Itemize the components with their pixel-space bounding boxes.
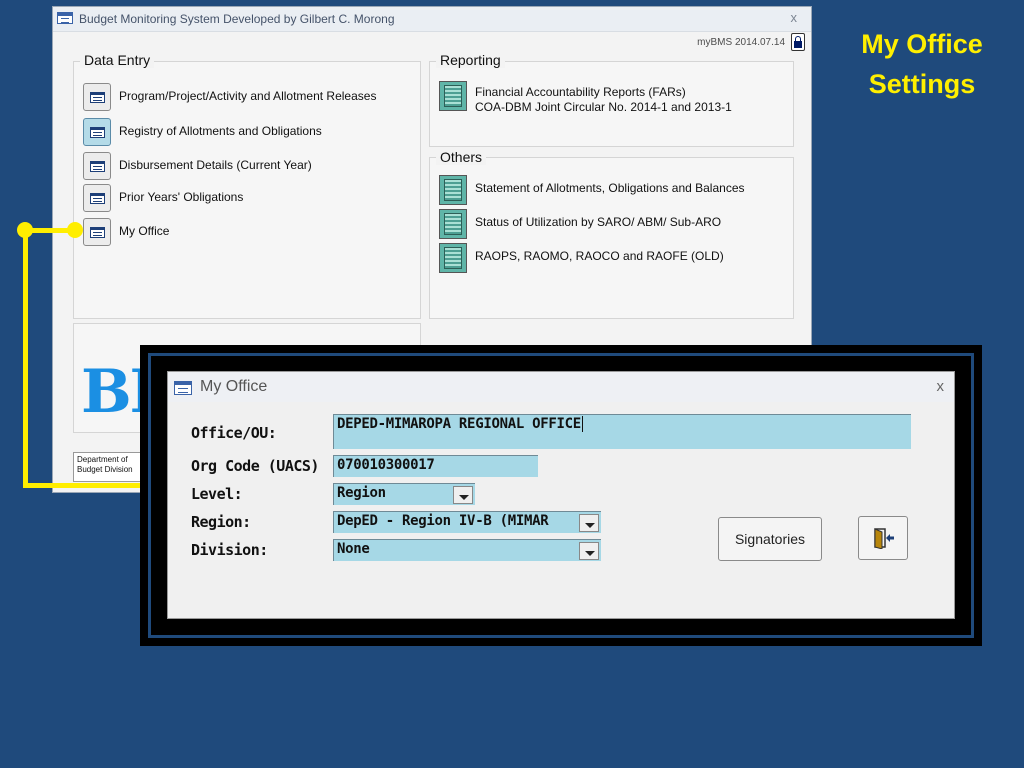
close-icon[interactable]: x: [791, 10, 798, 25]
dialog-title: My Office: [200, 378, 268, 395]
close-icon[interactable]: x: [937, 378, 945, 395]
report-label: Statement of Allotments, Obligations and…: [475, 181, 745, 195]
org-code-input[interactable]: 070010300017: [333, 455, 538, 477]
region-select[interactable]: DepED - Region IV-B (MIMAR: [333, 511, 601, 533]
report-label: RAOPS, RAOMO, RAOCO and RAOFE (OLD): [475, 249, 724, 263]
division-select[interactable]: None: [333, 539, 601, 561]
org-code-label: Org Code (UACS): [191, 457, 319, 475]
report-label: Financial Accountability Reports (FARs) …: [475, 85, 732, 115]
my-office-dialog: My Office x Office/OU: DEPED-MIMAROPA RE…: [167, 371, 955, 619]
data-entry-item[interactable]: Program/Project/Activity and Allotment R…: [83, 83, 413, 113]
office-value: DEPED-MIMAROPA REGIONAL OFFICE: [337, 416, 581, 432]
connector-line: [23, 228, 28, 488]
form-icon: [90, 193, 105, 204]
office-input[interactable]: DEPED-MIMAROPA REGIONAL OFFICE: [333, 414, 911, 449]
data-entry-item[interactable]: Prior Years' Obligations: [83, 184, 413, 214]
report-icon[interactable]: [439, 243, 467, 273]
data-entry-label: Disbursement Details (Current Year): [119, 158, 312, 172]
connector-dot: [17, 222, 33, 238]
chevron-down-icon[interactable]: [453, 486, 473, 504]
my-office-button[interactable]: [83, 218, 111, 246]
main-window-title: Budget Monitoring System Developed by Gi…: [79, 12, 395, 26]
org-code-value: 070010300017: [337, 457, 435, 473]
data-entry-heading: Data Entry: [80, 52, 155, 68]
data-entry-label: Prior Years' Obligations: [119, 190, 244, 204]
report-icon[interactable]: [439, 175, 467, 205]
data-entry-button[interactable]: [83, 152, 111, 180]
form-icon: [90, 92, 105, 103]
office-label: Office/OU:: [191, 424, 277, 442]
data-entry-label: Registry of Allotments and Obligations: [119, 124, 322, 138]
my-office-label: My Office: [119, 224, 170, 238]
report-icon[interactable]: [439, 81, 467, 111]
lock-icon[interactable]: [791, 33, 805, 51]
form-icon: [90, 127, 105, 138]
connector-dot: [67, 222, 83, 238]
main-titlebar: Budget Monitoring System Developed by Gi…: [53, 7, 811, 32]
level-value: Region: [337, 485, 386, 501]
data-entry-button[interactable]: [83, 184, 111, 212]
data-entry-label: Program/Project/Activity and Allotment R…: [119, 89, 377, 103]
region-value: DepED - Region IV-B (MIMAR: [337, 513, 549, 529]
region-label: Region:: [191, 513, 251, 531]
report-label: Status of Utilization by SARO/ ABM/ Sub-…: [475, 215, 722, 229]
division-value: None: [337, 541, 370, 557]
reporting-heading: Reporting: [436, 52, 505, 68]
my-office-item[interactable]: My Office: [83, 218, 413, 248]
slide-title-line2: Settings: [868, 69, 976, 99]
others-heading: Others: [436, 149, 487, 165]
form-icon: [174, 381, 192, 395]
level-select[interactable]: Region: [333, 483, 475, 505]
footer-line1: Department of: [77, 455, 128, 464]
level-label: Level:: [191, 485, 243, 503]
signatories-button[interactable]: Signatories: [718, 517, 822, 561]
form-icon: [90, 227, 105, 238]
report-item[interactable]: Statement of Allotments, Obligations and…: [439, 175, 789, 205]
footer-line2: Budget Division: [77, 465, 133, 474]
form-icon: [57, 12, 73, 24]
report-label-line2: COA-DBM Joint Circular No. 2014-1 and 20…: [475, 100, 732, 114]
report-item[interactable]: Financial Accountability Reports (FARs) …: [439, 81, 789, 115]
slide-title-line1: My Office: [861, 29, 983, 59]
data-entry-button[interactable]: [83, 83, 111, 111]
chevron-down-icon[interactable]: [579, 542, 599, 560]
report-item[interactable]: RAOPS, RAOMO, RAOCO and RAOFE (OLD): [439, 243, 789, 273]
report-item[interactable]: Status of Utilization by SARO/ ABM/ Sub-…: [439, 209, 789, 239]
data-entry-button[interactable]: [83, 118, 111, 146]
exit-button[interactable]: [858, 516, 908, 560]
slide-title: My Office Settings: [838, 24, 1006, 104]
dialog-titlebar: My Office x: [168, 372, 954, 402]
data-entry-item[interactable]: Registry of Allotments and Obligations: [83, 118, 413, 148]
version-label: myBMS 2014.07.14: [697, 37, 785, 48]
division-label: Division:: [191, 541, 268, 559]
report-label-line1: Financial Accountability Reports (FARs): [475, 85, 686, 99]
text-caret: [581, 416, 583, 432]
report-icon[interactable]: [439, 209, 467, 239]
form-icon: [90, 161, 105, 172]
chevron-down-icon[interactable]: [579, 514, 599, 532]
data-entry-item[interactable]: Disbursement Details (Current Year): [83, 152, 413, 182]
exit-door-icon: [874, 528, 894, 549]
